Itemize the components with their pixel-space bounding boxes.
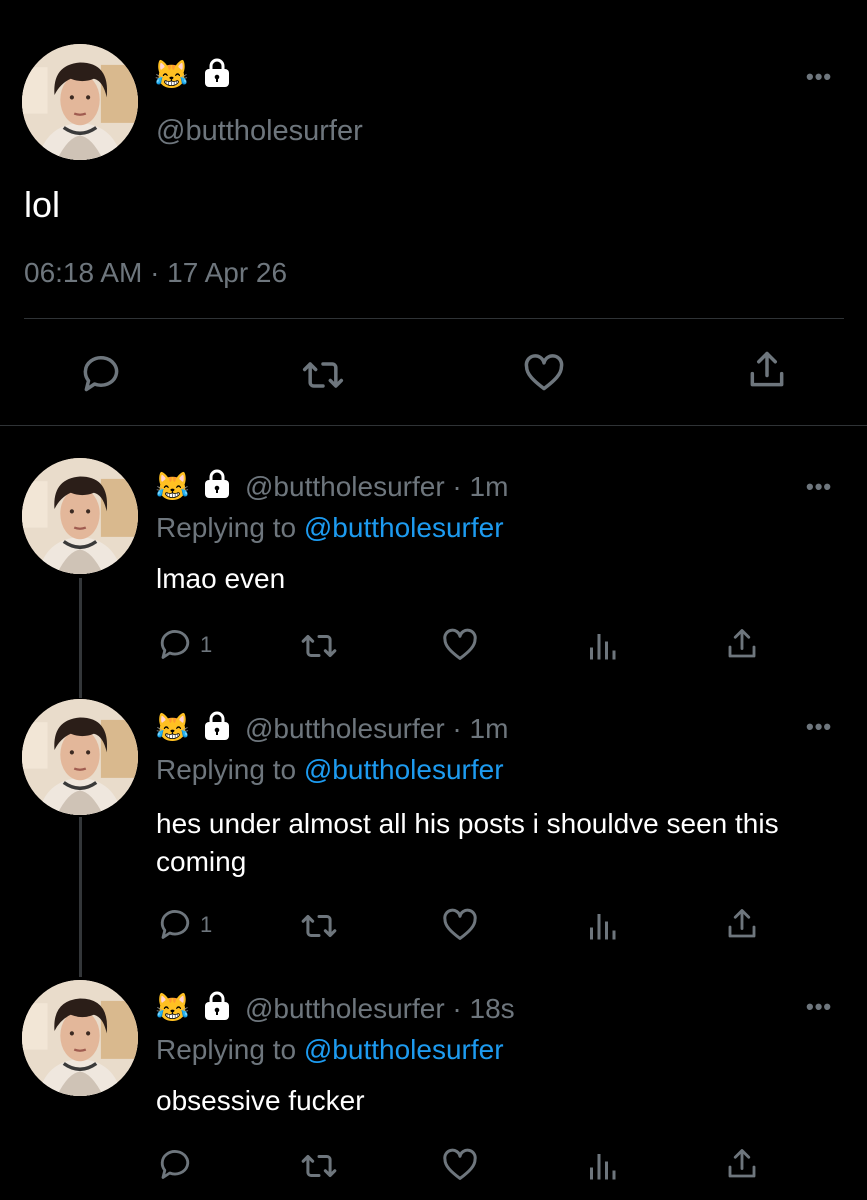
share-icon[interactable] xyxy=(745,348,789,392)
author-handle[interactable]: @buttholesurfer xyxy=(245,713,445,744)
post-text: lol xyxy=(24,184,61,225)
lock-icon xyxy=(204,711,230,741)
reply-count: 1 xyxy=(200,912,213,937)
share-icon[interactable] xyxy=(724,1146,760,1182)
lock-icon xyxy=(204,469,230,499)
crying-cat-emoji: 😹 xyxy=(155,471,190,502)
retweet-icon[interactable] xyxy=(300,1147,338,1185)
reply-time: · 1m xyxy=(452,471,509,502)
replying-to: Replying to @buttholesurfer xyxy=(156,512,504,544)
reply-icon[interactable] xyxy=(157,626,193,662)
reply-icon[interactable] xyxy=(79,351,123,395)
thread-line xyxy=(79,817,82,977)
reply-count: 1 xyxy=(200,632,213,657)
analytics-icon[interactable] xyxy=(584,1148,620,1184)
like-icon[interactable] xyxy=(441,1146,479,1184)
reply-text: lmao even xyxy=(156,563,286,594)
reply-icon[interactable] xyxy=(157,1146,193,1182)
more-icon[interactable]: ••• xyxy=(806,476,832,498)
author-handle[interactable]: @buttholesurfer xyxy=(245,471,445,502)
avatar[interactable] xyxy=(22,458,138,574)
avatar[interactable] xyxy=(22,980,138,1096)
like-icon[interactable] xyxy=(441,906,479,944)
reply-text: hes under almost all his posts i shouldv… xyxy=(156,808,779,877)
post-timestamp: 06:18 AM · 17 Apr 26 xyxy=(24,257,288,288)
replying-to: Replying to @buttholesurfer xyxy=(156,1034,504,1066)
share-icon[interactable] xyxy=(724,906,760,942)
reply-time: · 1m xyxy=(452,713,509,744)
analytics-icon[interactable] xyxy=(584,628,620,664)
retweet-icon[interactable] xyxy=(301,353,345,397)
analytics-icon[interactable] xyxy=(584,908,620,944)
crying-cat-emoji: 😹 xyxy=(155,712,190,743)
divider xyxy=(24,318,844,319)
avatar[interactable] xyxy=(22,699,138,815)
lock-icon xyxy=(204,58,230,88)
crying-cat-emoji: 😹 xyxy=(154,59,189,90)
retweet-icon[interactable] xyxy=(300,627,338,665)
retweet-icon[interactable] xyxy=(300,907,338,945)
lock-icon xyxy=(204,991,230,1021)
more-icon[interactable]: ••• xyxy=(806,996,832,1018)
replying-to-link[interactable]: @buttholesurfer xyxy=(304,1034,504,1065)
author-handle[interactable]: @buttholesurfer xyxy=(156,115,363,148)
replying-to-link[interactable]: @buttholesurfer xyxy=(304,512,504,543)
author-handle[interactable]: @buttholesurfer xyxy=(245,993,445,1024)
reply-text: obsessive fucker xyxy=(156,1085,365,1116)
replying-label: Replying to xyxy=(156,754,297,785)
like-icon[interactable] xyxy=(441,626,479,664)
thread-line xyxy=(79,578,82,698)
reply-meta: @buttholesurfer · 1m xyxy=(245,471,508,503)
reply-time: · 18s xyxy=(452,993,515,1024)
share-icon[interactable] xyxy=(724,626,760,662)
crying-cat-emoji: 😹 xyxy=(155,992,190,1023)
divider xyxy=(0,425,867,426)
more-icon[interactable]: ••• xyxy=(806,716,832,738)
avatar[interactable] xyxy=(22,44,138,160)
like-icon[interactable] xyxy=(522,351,566,395)
more-icon[interactable]: ••• xyxy=(806,66,832,88)
reply-meta: @buttholesurfer · 1m xyxy=(245,713,508,745)
replying-label: Replying to xyxy=(156,512,297,543)
replying-label: Replying to xyxy=(156,1034,297,1065)
reply-icon[interactable] xyxy=(157,906,193,942)
replying-to: Replying to @buttholesurfer xyxy=(156,754,504,786)
reply-meta: @buttholesurfer · 18s xyxy=(245,993,515,1025)
replying-to-link[interactable]: @buttholesurfer xyxy=(304,754,504,785)
